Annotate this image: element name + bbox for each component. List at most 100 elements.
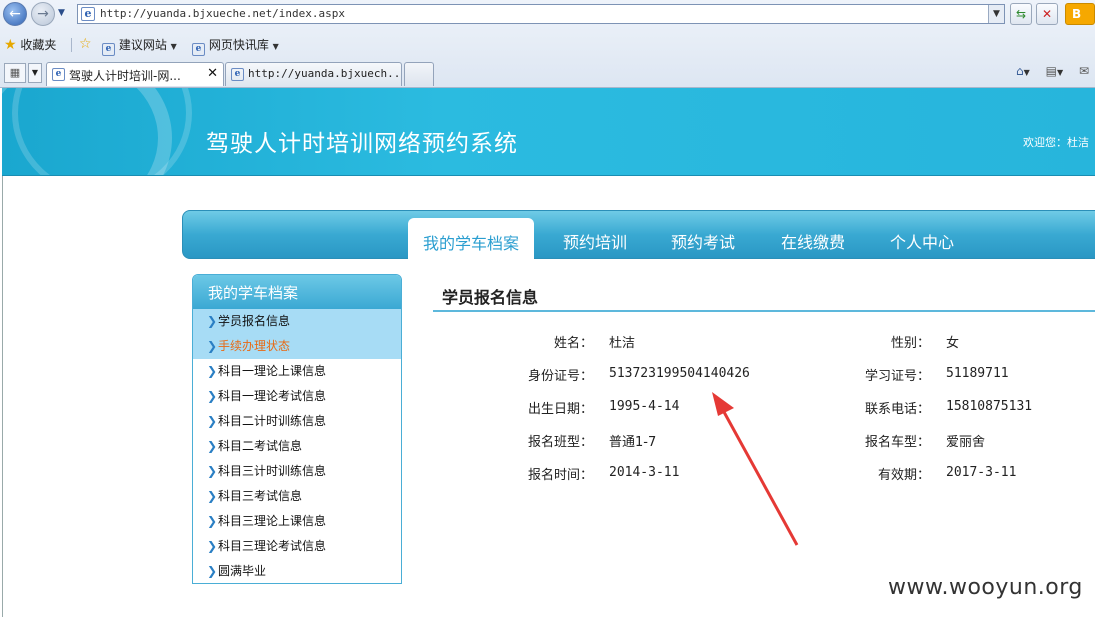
- chevron-right-icon: ❯: [207, 464, 218, 478]
- sidebar-item-procedure-status[interactable]: ❯ 手续办理状态: [193, 334, 401, 359]
- sidebar-item[interactable]: ❯ 科目三理论上课信息: [193, 509, 401, 534]
- sidebar-item-label: 科目三理论考试信息: [218, 539, 327, 553]
- annotation-arrow: [712, 392, 799, 546]
- sidebar-item-label: 科目二考试信息: [218, 439, 303, 453]
- close-tab-icon[interactable]: ✕: [207, 66, 218, 81]
- quick-tabs-icon[interactable]: ▦: [4, 63, 26, 83]
- sidebar-item-label: 圆满毕业: [218, 564, 267, 578]
- sidebar-item[interactable]: ❯ 科目三考试信息: [193, 484, 401, 509]
- fav-link-suggested-sites[interactable]: e 建议网站 ▼: [102, 36, 177, 56]
- chevron-right-icon: ❯: [207, 389, 218, 403]
- field-value-phone: 15810875131: [946, 399, 1033, 414]
- nav-tab-book-exam[interactable]: 预约考试: [671, 229, 735, 253]
- welcome-text: 欢迎您：杜洁: [1023, 136, 1089, 149]
- chevron-right-icon: ❯: [207, 564, 218, 578]
- field-value-class-type: 普通1-7: [609, 435, 657, 450]
- page-edge: [2, 176, 3, 617]
- sidebar-item-label: 科目一理论考试信息: [218, 389, 327, 403]
- stop-icon[interactable]: ✕: [1036, 3, 1058, 25]
- chevron-right-icon: ❯: [207, 339, 218, 353]
- sidebar-item[interactable]: ❯ 科目二考试信息: [193, 434, 401, 459]
- field-value-car-model: 爱丽舍: [946, 435, 986, 450]
- field-value-valid-until: 2017-3-11: [946, 465, 1017, 480]
- divider: [71, 38, 72, 52]
- nav-tab-personal-center[interactable]: 个人中心: [890, 229, 954, 253]
- main-nav: 我的学车档案 预约培训 预约考试 在线缴费 个人中心: [182, 210, 1095, 260]
- bing-label: B: [1072, 7, 1082, 21]
- sidebar-item-label: 科目三理论上课信息: [218, 514, 327, 528]
- new-tab-button[interactable]: [404, 62, 434, 86]
- sidebar-item[interactable]: ❯ 科目二计时训练信息: [193, 409, 401, 434]
- home-icon[interactable]: ⌂▼: [1016, 64, 1036, 78]
- sidebar-item-label: 科目一理论上课信息: [218, 364, 327, 378]
- page-icon: e: [192, 43, 205, 56]
- field-value-id-number: 513723199504140426: [609, 366, 750, 381]
- field-label: 姓名：: [553, 336, 593, 351]
- arrow-head: [712, 392, 734, 416]
- tab-bar: ▦ ▼ e 驾驶人计时培训-网... ✕ e http://yuanda.bjx…: [0, 60, 1095, 88]
- field-value-registration-date: 2014-3-11: [609, 465, 680, 480]
- fav-link-label: 网页快讯库: [208, 38, 269, 52]
- chevron-right-icon: ❯: [207, 439, 218, 453]
- favorites-button[interactable]: ★ 收藏夹: [4, 36, 56, 53]
- address-bar[interactable]: e http://yuanda.bjxueche.net/index.aspx …: [77, 4, 1005, 24]
- mail-icon[interactable]: ✉: [1079, 64, 1089, 78]
- sidebar-title: 我的学车档案: [193, 275, 401, 309]
- chevron-down-icon: ▼: [170, 42, 177, 51]
- nav-tab-student-records[interactable]: 我的学车档案: [408, 218, 534, 260]
- field-label: 报名车型：: [864, 435, 930, 450]
- fav-link-label: 建议网站: [118, 38, 167, 52]
- sidebar-item-label: 科目二计时训练信息: [218, 414, 327, 428]
- bing-search-button[interactable]: B: [1065, 3, 1095, 25]
- sidebar-item[interactable]: ❯ 科目一理论考试信息: [193, 384, 401, 409]
- sidebar-item-label: 科目三考试信息: [218, 489, 303, 503]
- sidebar-item-registration-info[interactable]: ❯ 学员报名信息: [193, 309, 401, 334]
- favorites-bar: ★ 收藏夹 ☆ e 建议网站 ▼ e 网页快讯库 ▼: [0, 32, 1095, 56]
- page-icon: e: [81, 7, 95, 21]
- field-label: 出生日期：: [527, 402, 593, 417]
- site-title: 驾驶人计时培训网络预约系统: [206, 131, 518, 157]
- chevron-right-icon: ❯: [207, 489, 218, 503]
- field-value-gender: 女: [946, 336, 960, 351]
- history-dropdown-icon[interactable]: ▼: [58, 8, 65, 18]
- sidebar-item-label: 手续办理状态: [218, 339, 291, 353]
- nav-tab-book-training[interactable]: 预约培训: [563, 229, 627, 253]
- sidebar: 我的学车档案 ❯ 学员报名信息 ❯ 手续办理状态 ❯ 科目一理论上课信息 ❯ 科目一理论…: [192, 274, 402, 584]
- sidebar-item[interactable]: ❯ 科目一理论上课信息: [193, 359, 401, 384]
- tab-list-icon[interactable]: ▼: [28, 63, 42, 83]
- forward-button[interactable]: →: [31, 2, 55, 26]
- field-label: 报名时间：: [527, 468, 593, 483]
- tab-active[interactable]: e 驾驶人计时培训-网... ✕: [46, 62, 224, 86]
- refresh-icon[interactable]: ⇆: [1010, 3, 1032, 25]
- back-button[interactable]: ←: [3, 2, 27, 26]
- nav-tab-online-payment[interactable]: 在线缴费: [781, 229, 845, 253]
- page-icon: e: [231, 68, 244, 81]
- address-dropdown-icon[interactable]: ▼: [988, 5, 1004, 23]
- chevron-right-icon: ❯: [207, 314, 218, 328]
- sidebar-item[interactable]: ❯ 圆满毕业: [193, 559, 401, 583]
- sidebar-item[interactable]: ❯ 科目三理论考试信息: [193, 534, 401, 559]
- tab-inactive[interactable]: e http://yuanda.bjxuech...: [225, 62, 402, 86]
- field-label: 联系电话：: [864, 402, 930, 417]
- tab-label: http://yuanda.bjxuech...: [248, 67, 402, 80]
- fav-link-web-slice[interactable]: e 网页快讯库 ▼: [192, 36, 279, 56]
- content-divider: [433, 310, 1095, 312]
- tab-label: 驾驶人计时培训-网...: [69, 69, 181, 83]
- watermark: www.wooyun.org: [888, 575, 1083, 600]
- sidebar-item-label: 学员报名信息: [218, 314, 291, 328]
- feeds-icon[interactable]: ▤▼: [1046, 64, 1070, 78]
- favorites-star-icon: ★: [4, 37, 17, 53]
- arrow-shaft: [722, 411, 799, 546]
- address-url[interactable]: http://yuanda.bjxueche.net/index.aspx: [100, 7, 345, 20]
- browser-chrome: ← → ▼ e http://yuanda.bjxueche.net/index…: [0, 0, 1095, 88]
- field-label: 学习证号：: [864, 369, 930, 384]
- favorites-label: 收藏夹: [20, 38, 57, 52]
- field-value-study-cert: 51189711: [946, 366, 1009, 381]
- add-favorite-icon[interactable]: ☆: [79, 36, 92, 52]
- page-icon: e: [52, 68, 65, 81]
- field-label: 性别：: [890, 336, 930, 351]
- field-value-birth-date: 1995-4-14: [609, 399, 680, 414]
- content-title: 学员报名信息: [442, 288, 539, 307]
- chevron-right-icon: ❯: [207, 414, 218, 428]
- sidebar-item[interactable]: ❯ 科目三计时训练信息: [193, 459, 401, 484]
